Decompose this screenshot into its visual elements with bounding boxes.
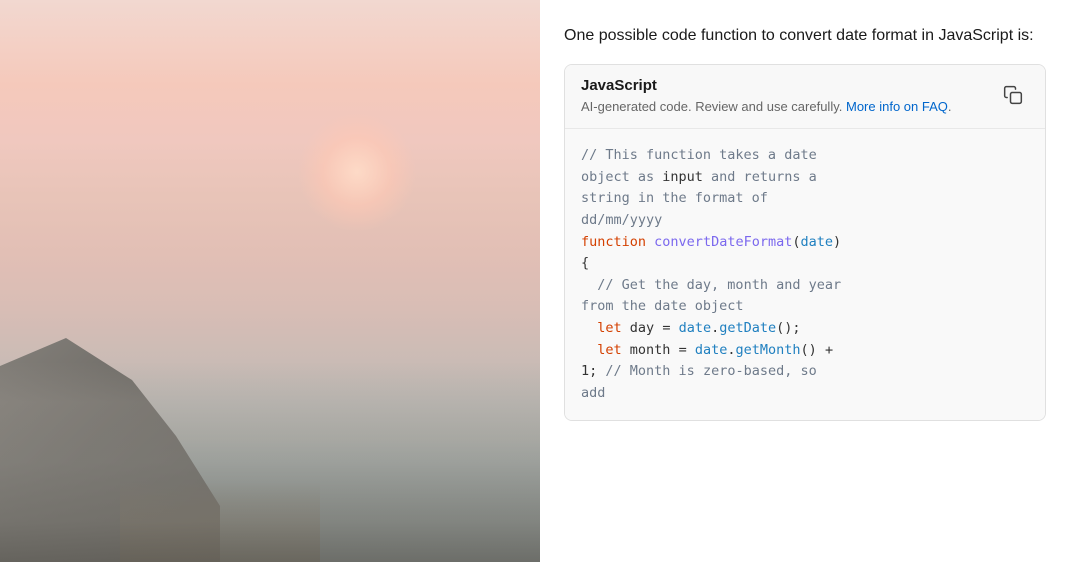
code-content: // This function takes a date object as … [581, 145, 1029, 404]
code-language: JavaScript [581, 77, 952, 94]
water-reflection [0, 442, 540, 562]
period: . [948, 99, 952, 114]
response-panel: One possible code function to convert da… [540, 0, 1066, 562]
reeds-grass [120, 482, 320, 562]
disclaimer-text: AI-generated code. Review and use carefu… [581, 99, 842, 114]
landscape-panel [0, 0, 540, 562]
copy-button[interactable] [997, 79, 1029, 111]
code-card-header: JavaScript AI-generated code. Review and… [565, 65, 1045, 129]
faq-link[interactable]: More info on FAQ [846, 99, 948, 114]
land-cliff [0, 282, 220, 562]
intro-text: One possible code function to convert da… [564, 24, 1046, 48]
code-card: JavaScript AI-generated code. Review and… [564, 64, 1046, 421]
code-block: // This function takes a date object as … [565, 129, 1045, 420]
landscape-background [0, 0, 540, 562]
code-card-header-left: JavaScript AI-generated code. Review and… [581, 77, 952, 116]
code-disclaimer: AI-generated code. Review and use carefu… [581, 98, 952, 116]
